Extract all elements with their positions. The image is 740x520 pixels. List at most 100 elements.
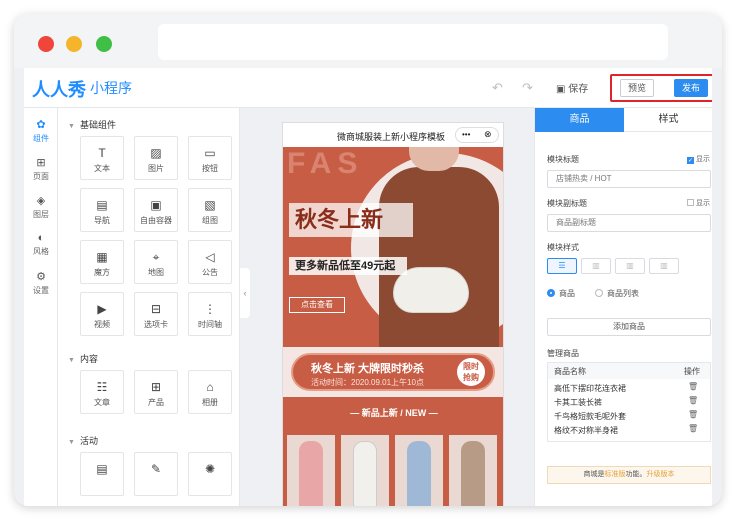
show-label: 显示 [696, 156, 710, 163]
component-activity-2[interactable]: ✎ [134, 452, 178, 496]
col-op: 操作 [684, 367, 700, 376]
close-window-icon[interactable] [38, 36, 54, 52]
upgrade-notice: 商城是标准版功能。升级版本 [547, 466, 711, 484]
component-label: 视频 [94, 320, 110, 329]
tab-style[interactable]: 样式 [624, 108, 712, 132]
goods-name: 卡其工装长裤 [554, 398, 602, 407]
product-image[interactable] [395, 435, 443, 506]
table-row: 卡其工装长裤 🗑 [548, 395, 710, 409]
trash-icon[interactable]: 🗑 [688, 410, 698, 419]
component-text[interactable]: T 文本 [80, 136, 124, 180]
maximize-window-icon[interactable] [96, 36, 112, 52]
text-icon: T [98, 146, 106, 160]
tab-goods[interactable]: 商品 [535, 108, 624, 132]
radio-goods[interactable]: 商品 [547, 288, 575, 299]
mini-program-capsule[interactable]: ••• ⊗ [455, 127, 499, 143]
section-basic[interactable]: ▼ 基础组件 [68, 118, 116, 131]
collapse-panel-handle[interactable]: ‹ [240, 268, 250, 318]
puzzle-icon: ✿ [36, 119, 46, 131]
promo-title: 秋冬上新 大牌限时秒杀 [311, 363, 425, 375]
style-option-scroll[interactable]: ▥ [649, 258, 679, 274]
product-photo [353, 441, 377, 506]
browser-window: 人人秀 小程序 ↶ ↷ ▣ 保存 预览 发布 ✿ 组件 ⊞ 页面 ◈ 图层 ◐ 风格 ⚙… [14, 14, 722, 506]
album-icon: ⌂ [206, 380, 214, 394]
save-button[interactable]: ▣ 保存 [556, 80, 588, 95]
product-image[interactable] [341, 435, 389, 506]
app-subtitle: 小程序 [90, 80, 132, 96]
list-layout-icon: ☰ [558, 261, 566, 270]
rail-label: 风格 [33, 247, 49, 256]
banner-bg-text: FAS [287, 147, 364, 180]
radio-goods-list[interactable]: 商品列表 [595, 288, 639, 299]
component-album[interactable]: ⌂ 相册 [188, 370, 232, 414]
component-button[interactable]: ▭ 按钮 [188, 136, 232, 180]
promo-time: 活动时间：2020.09.01上午10点 [311, 378, 424, 387]
component-cube[interactable]: ▦ 魔方 [80, 240, 124, 284]
component-tabs[interactable]: ⊟ 选项卡 [134, 292, 178, 336]
style-option-three-col[interactable]: ▥ [615, 258, 645, 274]
product-strip [283, 429, 503, 506]
component-free-container[interactable]: ▣ 自由容器 [134, 188, 178, 232]
rail-item-components[interactable]: ✿ 组件 [24, 118, 58, 144]
address-bar[interactable] [158, 24, 668, 60]
phone-header: 微商城服装上新小程序模板 ••• ⊗ [283, 123, 503, 147]
component-gallery[interactable]: ▧ 组图 [188, 188, 232, 232]
style-option-two-col[interactable]: ▥ [581, 258, 611, 274]
component-map[interactable]: ⌖ 地图 [134, 240, 178, 284]
component-product[interactable]: ⊞ 产品 [134, 370, 178, 414]
edit-icon: ✎ [150, 462, 162, 476]
trash-icon[interactable]: 🗑 [688, 396, 698, 405]
radio-label: 商品列表 [607, 289, 639, 298]
component-timeline[interactable]: ⋮ 时间轴 [188, 292, 232, 336]
module-title-input[interactable]: 店铺热卖 / HOT [547, 170, 711, 188]
component-label: 时间轴 [198, 320, 222, 329]
minimize-window-icon[interactable] [66, 36, 82, 52]
rail-item-style[interactable]: ◐ 风格 [24, 232, 58, 257]
badge-line-2: 抢购 [463, 373, 479, 382]
image-icon: ▨ [150, 146, 162, 160]
component-nav[interactable]: ▤ 导航 [80, 188, 124, 232]
add-goods-button[interactable]: 添加商品 [547, 318, 711, 336]
product-photo [461, 441, 485, 506]
component-activity-3[interactable]: ✺ [188, 452, 232, 496]
top-toolbar: 人人秀 小程序 ↶ ↷ ▣ 保存 预览 发布 [24, 68, 712, 108]
more-icon: ••• [462, 130, 471, 139]
module-title-show-checkbox[interactable]: ✓ 显示 [687, 154, 710, 164]
rail-item-layers[interactable]: ◈ 图层 [24, 194, 58, 220]
module-subtitle-show-checkbox[interactable]: 显示 [687, 198, 710, 208]
preview-button[interactable]: 预览 [620, 79, 654, 97]
component-label: 图片 [148, 164, 164, 173]
undo-icon[interactable]: ↶ [492, 80, 503, 96]
banner-view-button[interactable]: 点击查看 [289, 297, 345, 313]
radio-unchecked [595, 289, 603, 297]
rail-item-settings[interactable]: ⚙ 设置 [24, 270, 58, 296]
component-activity-1[interactable]: ▤ [80, 452, 124, 496]
trash-icon[interactable]: 🗑 [688, 382, 698, 391]
redo-icon[interactable]: ↷ [522, 80, 533, 96]
rail-item-pages[interactable]: ⊞ 页面 [24, 156, 58, 182]
component-image[interactable]: ▨ 图片 [134, 136, 178, 180]
upgrade-link[interactable]: 升级版本 [647, 471, 675, 478]
section-content[interactable]: ▼ 内容 [68, 352, 98, 365]
component-video[interactable]: ▶ 视频 [80, 292, 124, 336]
chevron-left-icon: ‹ [243, 288, 247, 298]
module-subtitle-label: 模块副标题 [547, 199, 587, 208]
notice-edition: 标准版 [604, 471, 626, 478]
component-article[interactable]: ☷ 文章 [80, 370, 124, 414]
timeline-icon: ⋮ [204, 302, 216, 316]
publish-button[interactable]: 发布 [674, 79, 708, 97]
style-option-list[interactable]: ☰ [547, 258, 577, 274]
promo-pill[interactable]: 秋冬上新 大牌限时秒杀 活动时间：2020.09.01上午10点 限时 抢购 [291, 353, 495, 391]
product-image[interactable] [287, 435, 335, 506]
component-label: 组图 [202, 216, 218, 225]
component-notice[interactable]: ◁ 公告 [188, 240, 232, 284]
product-image[interactable] [449, 435, 497, 506]
new-arrivals-header: — 新品上新 / NEW — [283, 397, 503, 429]
gear-icon: ⚙ [36, 271, 46, 283]
module-subtitle-input[interactable]: 商品副标题 [547, 214, 711, 232]
component-label: 自由容器 [140, 216, 172, 225]
palette-icon: ◐ [37, 232, 45, 244]
hero-banner[interactable]: FAS 秋冬上新 更多新品低至49元起 点击查看 [283, 147, 503, 347]
section-activity[interactable]: ▼ 活动 [68, 434, 98, 447]
trash-icon[interactable]: 🗑 [688, 424, 698, 433]
